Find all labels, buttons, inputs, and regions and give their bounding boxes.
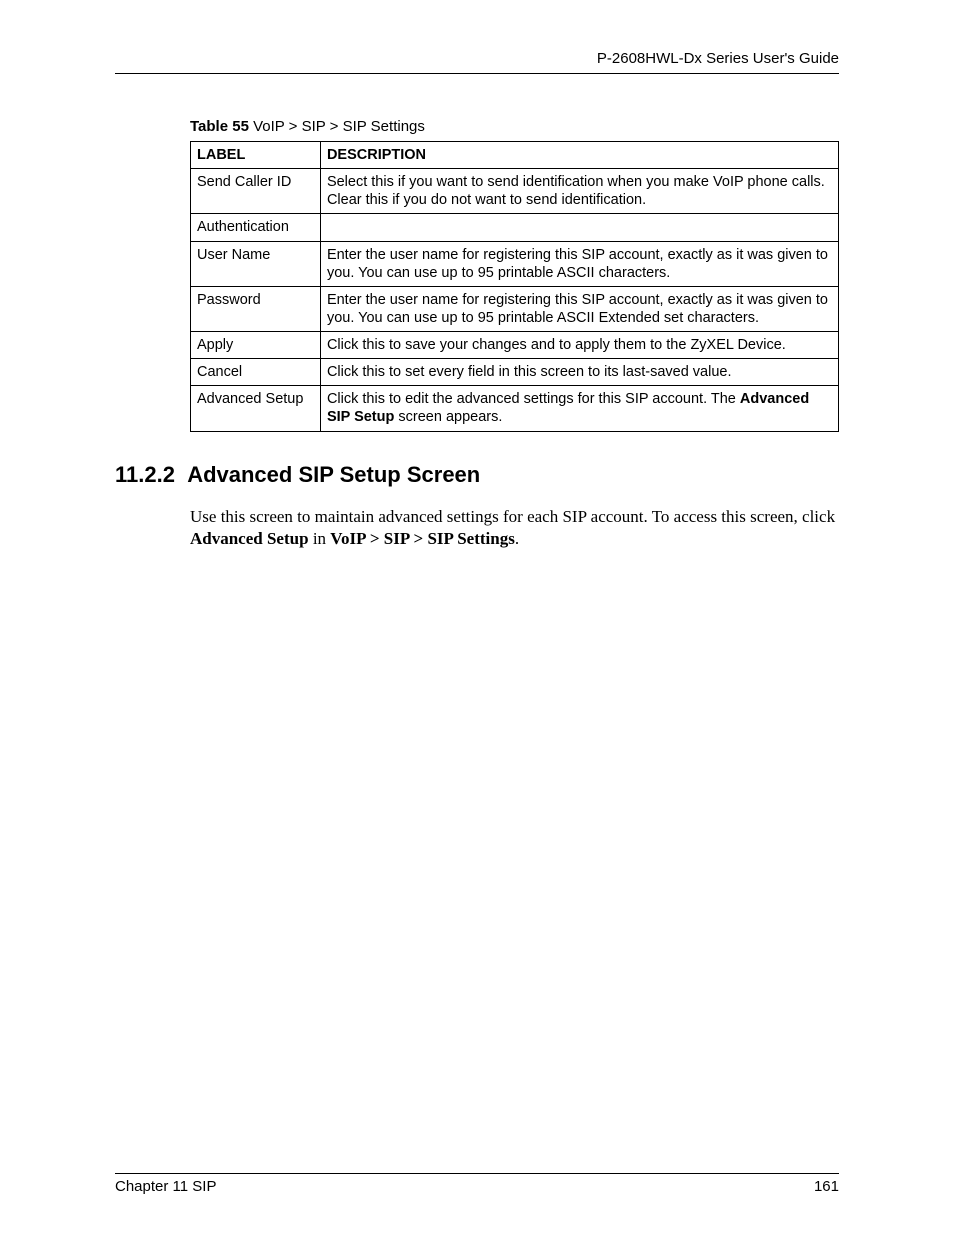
table-row: Advanced Setup Click this to edit the ad…	[191, 386, 839, 431]
table-caption-number: Table 55	[190, 118, 249, 135]
header-rule	[115, 73, 839, 74]
cell-label: Apply	[191, 332, 321, 359]
cell-description: Enter the user name for registering this…	[320, 241, 838, 286]
sip-settings-table: LABEL DESCRIPTION Send Caller ID Select …	[190, 141, 839, 432]
page-footer: Chapter 11 SIP 161	[115, 1173, 839, 1195]
cell-label: Advanced Setup	[191, 386, 321, 431]
section-heading: 11.2.2 Advanced SIP Setup Screen	[115, 462, 839, 488]
document-page: P-2608HWL-Dx Series User's Guide Table 5…	[0, 0, 954, 1235]
table-row: Cancel Click this to set every field in …	[191, 359, 839, 386]
section-number: 11.2.2	[115, 462, 175, 487]
cell-description: Click this to set every field in this sc…	[320, 359, 838, 386]
col-header-label: LABEL	[191, 142, 321, 169]
cell-description: Click this to save your changes and to a…	[320, 332, 838, 359]
table-row: Apply Click this to save your changes an…	[191, 332, 839, 359]
section-title: Advanced SIP Setup Screen	[187, 462, 480, 487]
cell-description: Enter the user name for registering this…	[320, 286, 838, 331]
table-caption: Table 55 VoIP > SIP > SIP Settings	[190, 118, 839, 135]
cell-label: Authentication	[191, 214, 321, 241]
cell-description: Select this if you want to send identifi…	[320, 169, 838, 214]
cell-description: Click this to edit the advanced settings…	[320, 386, 838, 431]
footer-rule	[115, 1173, 839, 1174]
col-header-description: DESCRIPTION	[320, 142, 838, 169]
section-paragraph: Use this screen to maintain advanced set…	[190, 506, 839, 552]
cell-label: Password	[191, 286, 321, 331]
cell-label: Cancel	[191, 359, 321, 386]
cell-label: Send Caller ID	[191, 169, 321, 214]
cell-label: User Name	[191, 241, 321, 286]
footer-page-number: 161	[814, 1178, 839, 1195]
table-row: Authentication	[191, 214, 839, 241]
table-caption-text: VoIP > SIP > SIP Settings	[249, 118, 425, 135]
running-header: P-2608HWL-Dx Series User's Guide	[115, 50, 839, 67]
table-header-row: LABEL DESCRIPTION	[191, 142, 839, 169]
table-row: Send Caller ID Select this if you want t…	[191, 169, 839, 214]
table-row: User Name Enter the user name for regist…	[191, 241, 839, 286]
footer-chapter: Chapter 11 SIP	[115, 1178, 216, 1195]
cell-description	[320, 214, 838, 241]
table-row: Password Enter the user name for registe…	[191, 286, 839, 331]
